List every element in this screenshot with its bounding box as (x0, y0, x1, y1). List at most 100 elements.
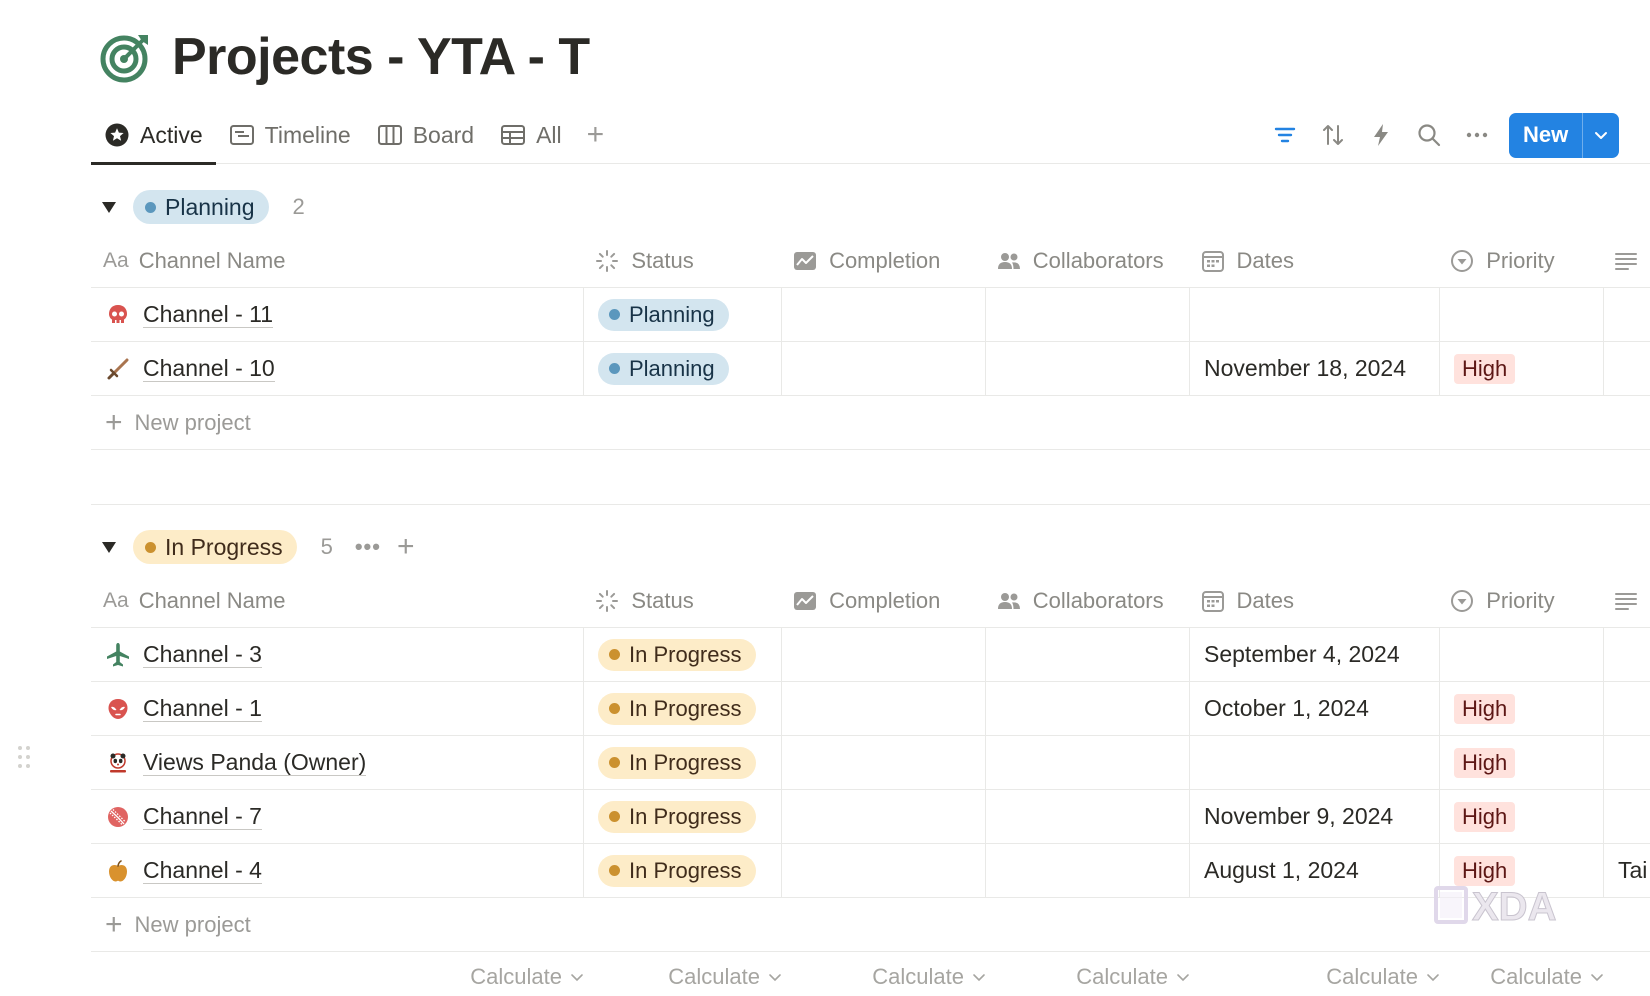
table-row[interactable]: Channel - 3 In Progress September 4, 202… (91, 628, 1650, 682)
cell-collaborators[interactable] (986, 628, 1190, 681)
new-project-button[interactable]: + New project (91, 898, 1650, 952)
cell-status[interactable]: Planning (584, 288, 782, 341)
column-header-name[interactable]: Aa Channel Name (91, 574, 583, 627)
cell-completion[interactable] (782, 288, 986, 341)
column-header-collaborators[interactable]: Collaborators (985, 234, 1189, 287)
priority-badge[interactable]: High (1454, 353, 1516, 384)
cell-extra[interactable] (1604, 288, 1650, 341)
priority-badge[interactable]: High (1454, 747, 1516, 778)
group-label[interactable]: Planning (133, 190, 269, 224)
cell-collaborators[interactable] (986, 342, 1190, 395)
cell-name[interactable]: Channel - 7 (91, 790, 584, 843)
cell-priority[interactable]: High (1440, 736, 1604, 789)
status-badge[interactable]: Planning (598, 298, 729, 331)
cell-name[interactable]: Channel - 10 (91, 342, 584, 395)
priority-badge[interactable]: High (1454, 693, 1516, 724)
status-badge[interactable]: In Progress (598, 746, 756, 779)
table-row[interactable]: Channel - 11 Planning (91, 288, 1650, 342)
cell-completion[interactable] (782, 844, 986, 897)
cell-completion[interactable] (782, 682, 986, 735)
triangle-down-icon[interactable] (101, 539, 117, 555)
row-title[interactable]: Channel - 11 (143, 301, 273, 329)
cell-extra[interactable] (1604, 682, 1650, 735)
cell-dates[interactable] (1190, 288, 1440, 341)
calculate-dates[interactable]: Calculate (1190, 964, 1440, 990)
calculate-completion[interactable]: Calculate (782, 964, 986, 990)
tab-active[interactable]: Active (91, 106, 216, 165)
column-header-status[interactable]: Status (583, 234, 781, 287)
cell-status[interactable]: In Progress (584, 790, 782, 843)
column-header-extra[interactable] (1602, 574, 1650, 627)
table-row[interactable]: Channel - 10 Planning November 18, 2024 … (91, 342, 1650, 396)
column-header-extra[interactable] (1602, 234, 1650, 287)
tab-all[interactable]: All (487, 106, 575, 164)
group-add-button[interactable]: + (397, 532, 415, 562)
cell-priority[interactable] (1440, 628, 1604, 681)
cell-status[interactable]: In Progress (584, 682, 782, 735)
cell-dates[interactable]: October 1, 2024 (1190, 682, 1440, 735)
status-badge[interactable]: In Progress (598, 638, 756, 671)
cell-extra[interactable] (1604, 790, 1650, 843)
table-row[interactable]: Channel - 7 In Progress November 9, 2024… (91, 790, 1650, 844)
cell-dates[interactable] (1190, 736, 1440, 789)
cell-collaborators[interactable] (986, 288, 1190, 341)
sort-button[interactable] (1309, 115, 1357, 155)
cell-status[interactable]: In Progress (584, 844, 782, 897)
tab-board[interactable]: Board (364, 106, 487, 164)
column-header-name[interactable]: Aa Channel Name (91, 234, 583, 287)
cell-status[interactable]: In Progress (584, 736, 782, 789)
cell-collaborators[interactable] (986, 844, 1190, 897)
table-row[interactable]: Views Panda (Owner) In Progress High (91, 736, 1650, 790)
status-badge[interactable]: In Progress (598, 692, 756, 725)
row-title[interactable]: Channel - 10 (143, 355, 275, 383)
column-header-dates[interactable]: Dates (1189, 234, 1439, 287)
cell-extra[interactable]: Tai (1604, 844, 1650, 897)
cell-dates[interactable]: November 18, 2024 (1190, 342, 1440, 395)
new-button[interactable]: New (1509, 113, 1582, 158)
status-badge[interactable]: In Progress (598, 800, 756, 833)
cell-name[interactable]: Channel - 4 (91, 844, 584, 897)
tab-timeline[interactable]: Timeline (216, 106, 364, 164)
cell-priority[interactable]: High (1440, 342, 1604, 395)
cell-name[interactable]: Channel - 3 (91, 628, 584, 681)
cell-collaborators[interactable] (986, 682, 1190, 735)
column-header-priority[interactable]: Priority (1438, 234, 1602, 287)
row-title[interactable]: Channel - 4 (143, 857, 262, 885)
cell-status[interactable]: Planning (584, 342, 782, 395)
cell-dates[interactable]: September 4, 2024 (1190, 628, 1440, 681)
add-view-button[interactable]: + (575, 120, 617, 150)
cell-collaborators[interactable] (986, 736, 1190, 789)
column-header-priority[interactable]: Priority (1438, 574, 1602, 627)
cell-completion[interactable] (782, 736, 986, 789)
cell-priority[interactable]: High (1440, 682, 1604, 735)
table-row[interactable]: Channel - 1 In Progress October 1, 2024 … (91, 682, 1650, 736)
column-header-completion[interactable]: Completion (781, 574, 985, 627)
cell-name[interactable]: Channel - 1 (91, 682, 584, 735)
group-label[interactable]: In Progress (133, 530, 297, 564)
cell-priority[interactable] (1440, 288, 1604, 341)
status-badge[interactable]: In Progress (598, 854, 756, 887)
column-header-status[interactable]: Status (583, 574, 781, 627)
group-more-button[interactable]: ••• (355, 534, 381, 560)
status-badge[interactable]: Planning (598, 352, 729, 385)
cell-priority[interactable]: High (1440, 790, 1604, 843)
column-header-completion[interactable]: Completion (781, 234, 985, 287)
new-project-button[interactable]: + New project (91, 396, 1650, 450)
drag-handle-icon[interactable] (16, 744, 32, 770)
cell-status[interactable]: In Progress (584, 628, 782, 681)
more-button[interactable] (1453, 115, 1501, 155)
row-title[interactable]: Channel - 7 (143, 803, 262, 831)
calculate-priority[interactable]: Calculate (1440, 964, 1604, 990)
cell-dates[interactable]: August 1, 2024 (1190, 844, 1440, 897)
cell-completion[interactable] (782, 790, 986, 843)
column-header-collaborators[interactable]: Collaborators (985, 574, 1189, 627)
calculate-name[interactable]: Calculate (91, 964, 584, 990)
calculate-status[interactable]: Calculate (584, 964, 782, 990)
search-button[interactable] (1405, 115, 1453, 155)
cell-extra[interactable] (1604, 342, 1650, 395)
filter-button[interactable] (1261, 115, 1309, 155)
column-header-dates[interactable]: Dates (1189, 574, 1439, 627)
cell-collaborators[interactable] (986, 790, 1190, 843)
cell-extra[interactable] (1604, 736, 1650, 789)
row-title[interactable]: Views Panda (Owner) (143, 749, 367, 777)
